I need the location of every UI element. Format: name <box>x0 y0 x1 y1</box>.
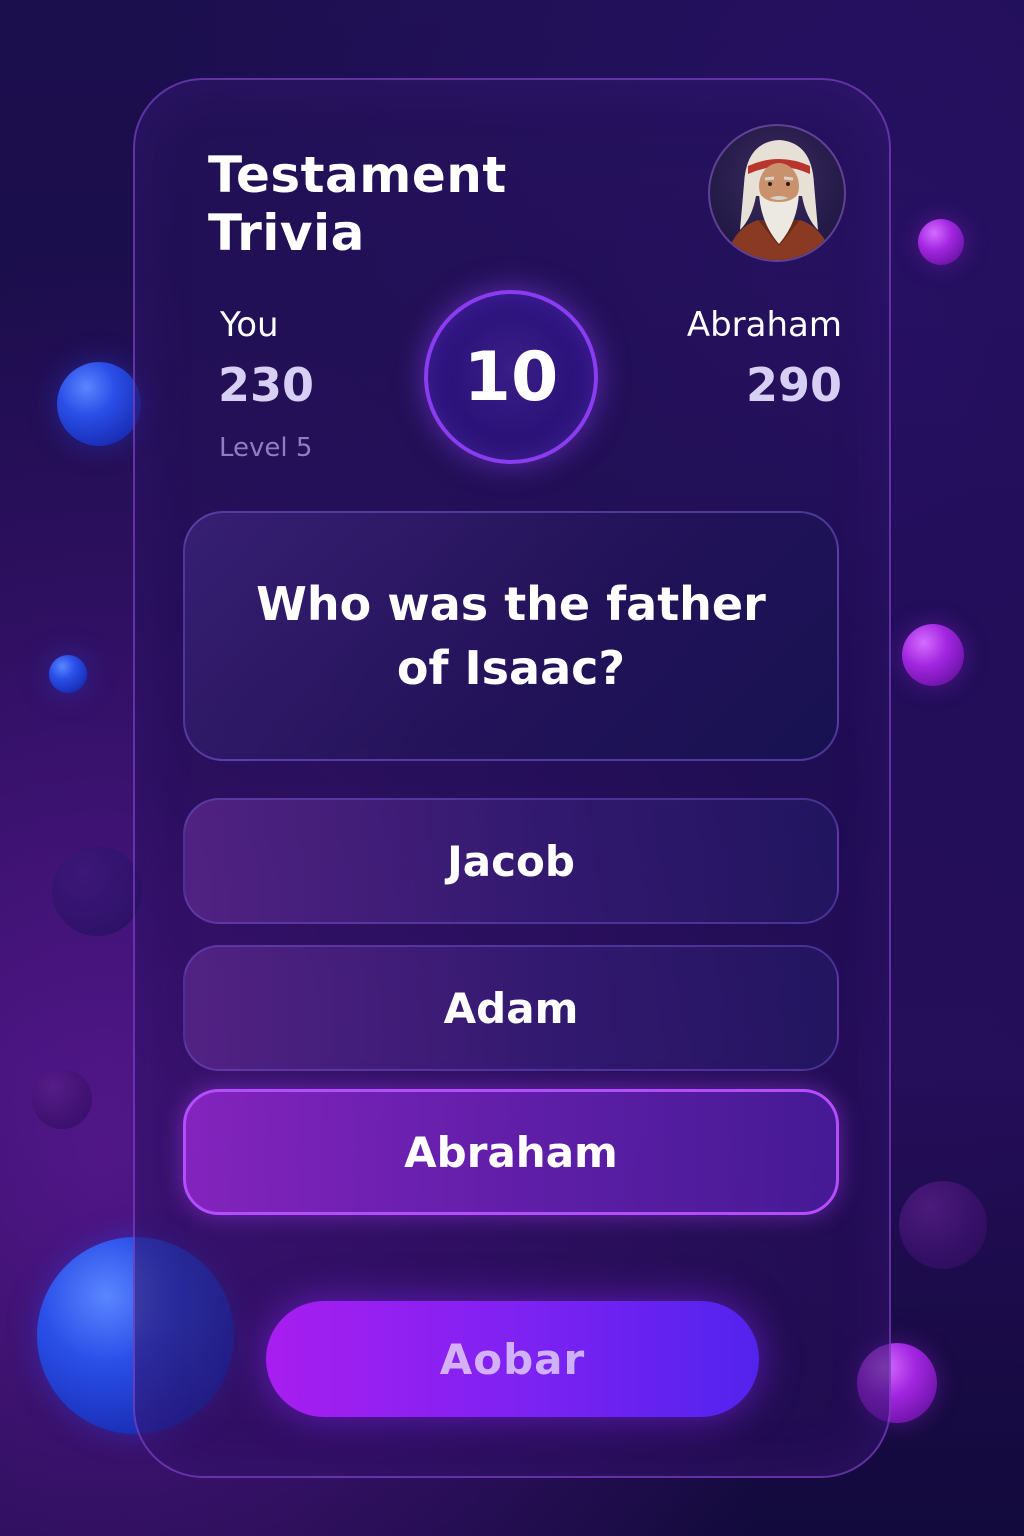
player-you-level: Level 5 <box>219 433 313 463</box>
countdown-timer: 10 <box>424 290 598 464</box>
opponent-score: 290 <box>745 358 842 412</box>
timer-value: 10 <box>463 337 559 417</box>
decorative-sphere <box>899 1181 987 1269</box>
answer-option-adam[interactable]: Adam <box>183 945 839 1071</box>
player-you-score: 230 <box>218 358 315 412</box>
game-card <box>133 78 891 1478</box>
answer-label: Abraham <box>404 1127 618 1177</box>
question-card: Who was the father of Isaac? <box>183 511 839 761</box>
decorative-sphere <box>902 624 964 686</box>
opponent-avatar <box>708 124 846 262</box>
question-text: Who was the father of Isaac? <box>256 577 766 695</box>
decorative-sphere <box>918 219 964 265</box>
answer-option-jacob[interactable]: Jacob <box>183 798 839 924</box>
submit-answer-button[interactable]: Aobar <box>266 1301 759 1417</box>
decorative-sphere <box>49 655 87 693</box>
opponent-label: Abraham <box>686 305 842 345</box>
decorative-sphere <box>52 846 142 936</box>
player-you-label: You <box>220 305 279 345</box>
app-title: Testament Trivia <box>208 146 507 262</box>
bearded-elder-portrait-icon <box>725 140 833 260</box>
decorative-sphere <box>32 1069 92 1129</box>
answer-option-abraham[interactable]: Abraham <box>183 1089 839 1215</box>
submit-button-label: Aobar <box>439 1334 586 1384</box>
answer-label: Adam <box>443 983 579 1033</box>
decorative-sphere <box>57 362 141 446</box>
answer-label: Jacob <box>447 836 575 886</box>
